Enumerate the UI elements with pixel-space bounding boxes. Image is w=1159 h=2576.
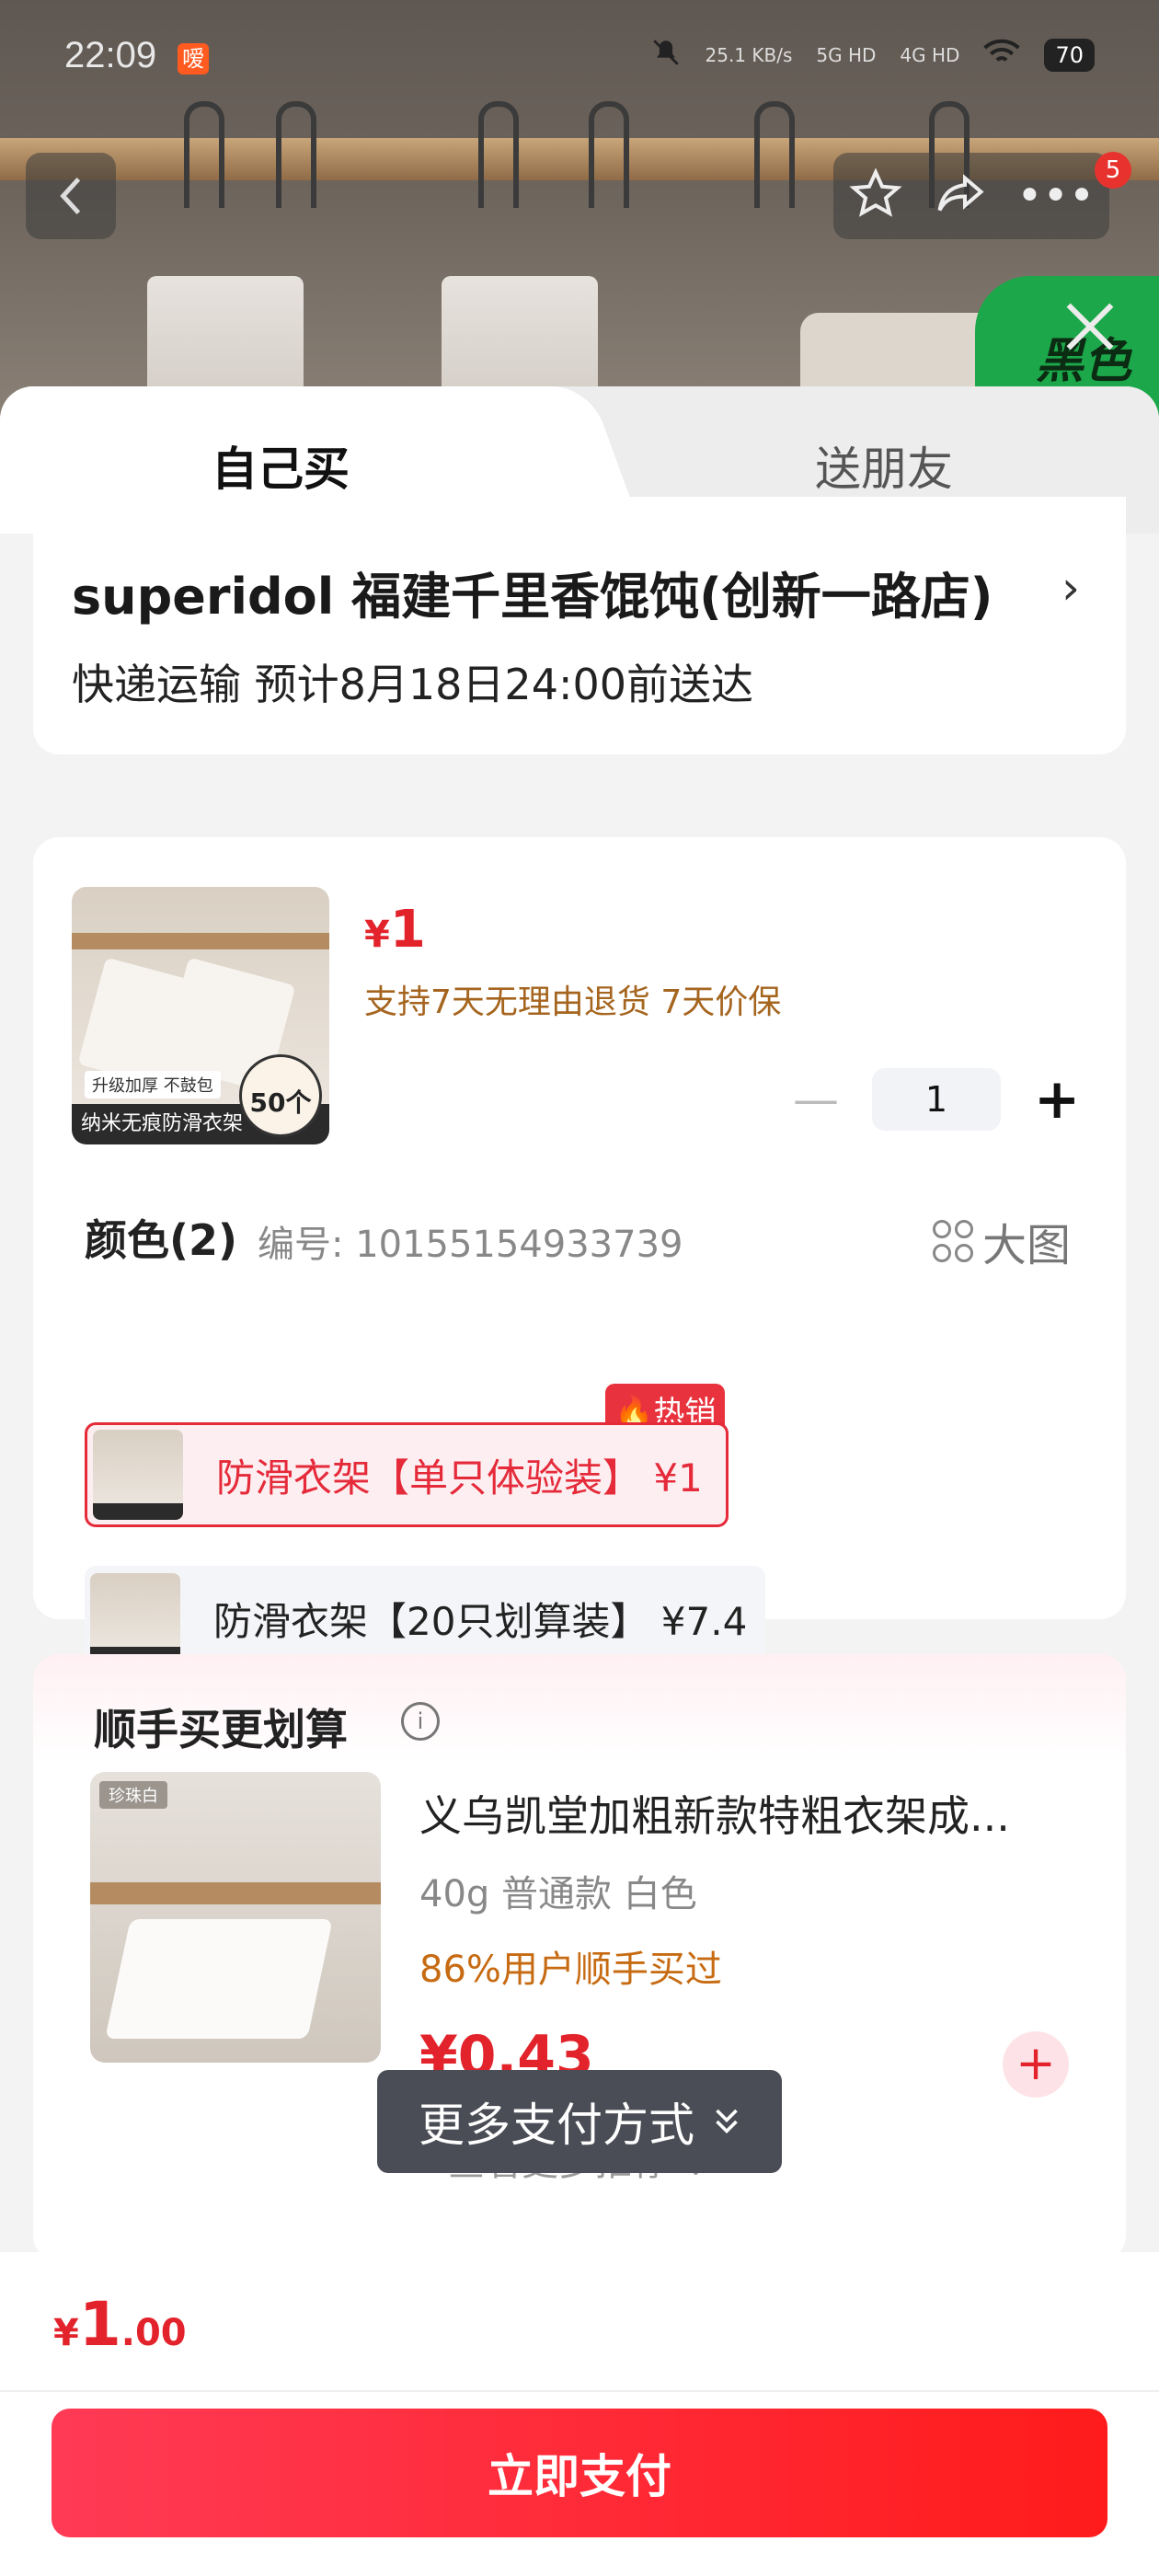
top-actions-group: ••• — [833, 153, 1109, 239]
footer-divider — [0, 2390, 1159, 2392]
mute-icon — [650, 37, 682, 73]
addon-thumb-label: 珍珠白 — [99, 1781, 167, 1809]
store-card[interactable]: superidol 福建千里香馄饨(创新一路店) › 快递运输 预计8月18日2… — [33, 497, 1126, 754]
info-icon[interactable]: i — [401, 1702, 440, 1741]
delivery-estimate: 快递运输 预计8月18日24:00前送达 — [72, 660, 753, 709]
thumb-tag: 升级加厚 不鼓包 — [85, 1071, 221, 1098]
pay-now-button[interactable]: 立即支付 — [52, 2409, 1107, 2537]
decrease-button[interactable]: — — [793, 1073, 839, 1126]
hook — [184, 101, 224, 208]
share-icon[interactable] — [933, 167, 988, 225]
addon-spec: 40g 普通款 白色 — [419, 1873, 697, 1915]
option-thumbnail — [93, 1430, 183, 1520]
notification-count: 5 — [1095, 152, 1131, 189]
guarantee-note: 支持7天无理由退货 7天价保 — [364, 983, 782, 1021]
tab-self-buy-label[interactable]: 自己买 — [212, 432, 350, 499]
sku-option-label: 防滑衣架【20只划算装】 ¥7.4 — [213, 1598, 748, 1644]
hook — [276, 101, 316, 208]
back-button[interactable] — [26, 153, 116, 239]
grid-icon — [932, 1220, 973, 1262]
add-addon-button[interactable]: + — [1003, 2031, 1069, 2098]
status-indicators: 25.1 KB/s 5G HD 4G HD 70 — [650, 37, 1095, 73]
hook — [478, 101, 519, 208]
sku-option-single[interactable]: 防滑衣架【单只体验装】 ¥1 — [85, 1422, 729, 1527]
checkout-sheet: 自己买 送朋友 superidol 福建千里香馄饨(创新一路店) › 快递运输 … — [0, 386, 1159, 2576]
product-price: ¥1 — [364, 900, 426, 960]
addon-bought-note: 86%用户顺手买过 — [419, 1949, 722, 1991]
option-thumbnail — [90, 1573, 180, 1663]
addon-thumb-hangers — [105, 1919, 333, 2039]
sku-number: 编号: 10155154933739 — [258, 1224, 683, 1266]
chevron-left-icon — [60, 177, 81, 215]
more-payment-methods-button[interactable]: 更多支付方式 — [377, 2070, 782, 2173]
more-payment-label: 更多支付方式 — [419, 2099, 694, 2152]
price-value: 1 — [389, 900, 426, 960]
hook — [754, 101, 795, 208]
addon-title: 顺手买更划算 — [94, 1705, 348, 1754]
net-speed: 25.1 KB/s — [705, 43, 793, 66]
product-thumbnail[interactable]: 升级加厚 不鼓包 纳米无痕防滑衣架 50个 — [72, 887, 329, 1144]
app-notification-icon: 嗳 — [178, 43, 209, 75]
double-chevron-down-icon — [716, 2109, 738, 2134]
increase-button[interactable]: + — [1034, 1067, 1080, 1132]
thumb-count: 50个 — [239, 1054, 322, 1137]
status-time: 22:09 — [64, 35, 157, 75]
quantity-stepper: — 1 + — [793, 1067, 1080, 1132]
price-symbol: ¥ — [364, 914, 390, 956]
signal-5g: 5G HD — [816, 43, 877, 66]
store-name: superidol 福建千里香馄饨(创新一路店) — [72, 568, 993, 626]
total-currency: ¥ — [53, 2312, 79, 2354]
product-hero-image: 黑色 22:09 嗳 25.1 KB/s 5G HD 4G HD 70 ••• … — [0, 0, 1159, 432]
checkout-footer: ¥1.00 立即支付 — [0, 2252, 1159, 2576]
more-icon[interactable]: ••• — [1016, 174, 1095, 218]
addon-price: ¥0.43 — [419, 2024, 594, 2074]
battery-level: 70 — [1044, 38, 1095, 72]
tab-gift-label[interactable]: 送朋友 — [815, 432, 953, 499]
thumb-rod — [72, 933, 329, 949]
order-total: ¥1.00 — [53, 2289, 187, 2360]
big-image-toggle[interactable]: 大图 — [932, 1209, 1071, 1273]
product-card: 升级加厚 不鼓包 纳米无痕防滑衣架 50个 ¥1 支持7天无理由退货 7天价保 … — [33, 837, 1126, 1671]
quantity-input[interactable]: 1 — [872, 1068, 1001, 1131]
favorite-star-icon[interactable] — [848, 167, 903, 225]
wifi-icon — [983, 39, 1021, 71]
hook — [589, 101, 629, 208]
signal-4g: 4G HD — [900, 43, 960, 66]
addon-name[interactable]: 义乌凯堂加粗新款特粗衣架成... — [419, 1783, 1010, 1844]
close-icon[interactable] — [1058, 294, 1122, 359]
total-integer: 1 — [78, 2289, 121, 2360]
chevron-right-icon[interactable]: › — [1061, 561, 1080, 615]
total-decimal: .00 — [120, 2312, 187, 2354]
big-image-label: 大图 — [981, 1220, 1071, 1271]
addon-thumbnail[interactable]: 珍珠白 — [90, 1772, 381, 2063]
color-label: 颜色(2) — [85, 1215, 238, 1265]
addon-thumb-rod — [90, 1882, 381, 1904]
sku-option-label: 防滑衣架【单只体验装】 ¥1 — [216, 1455, 703, 1501]
